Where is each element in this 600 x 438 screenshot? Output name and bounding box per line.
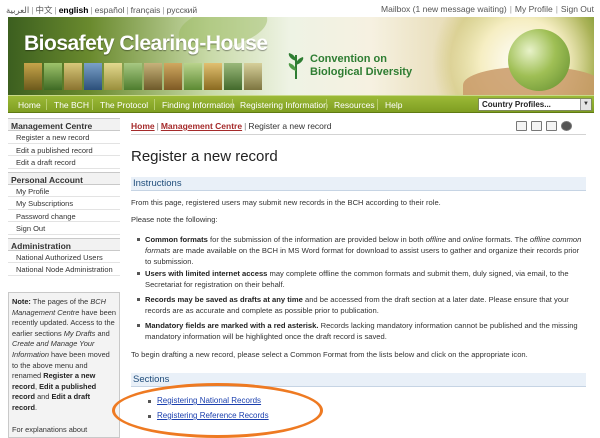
breadcrumb-management-centre[interactable]: Management Centre bbox=[161, 121, 242, 131]
sidebar-item-edit-draft-record[interactable]: Edit a draft record bbox=[8, 156, 120, 169]
banner-thumbnails bbox=[24, 63, 264, 90]
instructions-intro: From this page, registered users may sub… bbox=[131, 198, 441, 207]
banner-globe-image bbox=[508, 29, 570, 91]
language-switcher: العربية | 中文 | english | español | français | русс… bbox=[6, 5, 198, 15]
nav-registering-information[interactable]: Registering Information bbox=[240, 100, 328, 110]
sidebar-item-register-new-record[interactable]: Register a new record bbox=[8, 131, 120, 144]
sidebar: Management Centre Register a new record … bbox=[8, 118, 120, 276]
cbd-logo-icon bbox=[288, 53, 304, 80]
sidebar-item-my-subscriptions[interactable]: My Subscriptions bbox=[8, 197, 120, 210]
sign-out-link[interactable]: Sign Out bbox=[561, 4, 594, 14]
lang-arabic[interactable]: العربية bbox=[6, 5, 29, 15]
bullet-limited-internet: Users with limited internet access may c… bbox=[137, 268, 585, 290]
instructions-heading: Instructions bbox=[131, 177, 586, 191]
sidebar-item-national-authorized-users[interactable]: National Authorized Users bbox=[8, 251, 120, 263]
page-title: Register a new record bbox=[131, 148, 278, 165]
nav-help[interactable]: Help bbox=[385, 100, 402, 110]
help-icon[interactable] bbox=[561, 121, 572, 131]
main-navigation: Home The BCH The Protocol Finding Inform… bbox=[8, 95, 594, 113]
country-select-value: Country Profiles... bbox=[482, 100, 551, 109]
top-bar: العربية | 中文 | english | español | français | русс… bbox=[0, 0, 600, 16]
bullet-drafts: Records may be saved as drafts at any ti… bbox=[137, 294, 585, 316]
breadcrumb-current: Register a new record bbox=[248, 121, 332, 131]
lang-french[interactable]: français bbox=[131, 5, 161, 15]
country-profiles-select[interactable]: Country Profiles... ▼ bbox=[478, 98, 592, 111]
site-title[interactable]: Biosafety Clearing-House bbox=[24, 32, 268, 56]
nav-the-bch[interactable]: The BCH bbox=[54, 100, 89, 110]
sidebar-item-national-node-administration[interactable]: National Node Administration bbox=[8, 263, 120, 276]
page-tools bbox=[516, 121, 572, 131]
sidebar-item-sign-out[interactable]: Sign Out bbox=[8, 222, 120, 235]
lang-chinese[interactable]: 中文 bbox=[35, 5, 52, 15]
bullet-common-formats: Common formats for the submission of the… bbox=[137, 234, 585, 267]
mailbox-link[interactable]: Mailbox (1 new message waiting) bbox=[381, 4, 507, 14]
instructions-note-intro: Please note the following: bbox=[131, 215, 218, 224]
bullet-mandatory-fields: Mandatory fields are marked with a red a… bbox=[137, 320, 585, 342]
my-profile-link[interactable]: My Profile bbox=[515, 4, 553, 14]
nav-finding-information[interactable]: Finding Information bbox=[162, 100, 235, 110]
sidebar-note: Note: The pages of the BCH Management Ce… bbox=[8, 292, 120, 438]
sidebar-item-password-change[interactable]: Password change bbox=[8, 210, 120, 222]
site-banner: Biosafety Clearing-House Convention on B… bbox=[8, 17, 594, 95]
nav-the-protocol[interactable]: The Protocol bbox=[100, 100, 148, 110]
export-icon[interactable] bbox=[531, 121, 542, 131]
sidebar-item-my-profile[interactable]: My Profile bbox=[8, 185, 120, 197]
lang-spanish[interactable]: español bbox=[95, 5, 125, 15]
sidebar-heading-personal-account: Personal Account bbox=[8, 171, 120, 185]
user-links: Mailbox (1 new message waiting) | My Profi… bbox=[381, 4, 594, 14]
print-icon[interactable] bbox=[546, 121, 557, 131]
lang-english[interactable]: english bbox=[59, 5, 89, 15]
printer-friendly-icon[interactable] bbox=[516, 121, 527, 131]
highlight-ellipse bbox=[112, 383, 323, 438]
sidebar-item-edit-published-record[interactable]: Edit a published record bbox=[8, 144, 120, 156]
breadcrumb-home[interactable]: Home bbox=[131, 121, 155, 131]
sidebar-heading-management-centre: Management Centre bbox=[8, 118, 120, 131]
sidebar-heading-administration: Administration bbox=[8, 237, 120, 251]
cbd-partner-name[interactable]: Convention on Biological Diversity bbox=[310, 53, 412, 79]
chevron-down-icon: ▼ bbox=[580, 99, 591, 110]
instructions-outro: To begin drafting a new record, please s… bbox=[131, 350, 528, 359]
nav-home[interactable]: Home bbox=[18, 100, 41, 110]
nav-resources[interactable]: Resources bbox=[334, 100, 375, 110]
lang-russian[interactable]: русский bbox=[167, 5, 198, 15]
